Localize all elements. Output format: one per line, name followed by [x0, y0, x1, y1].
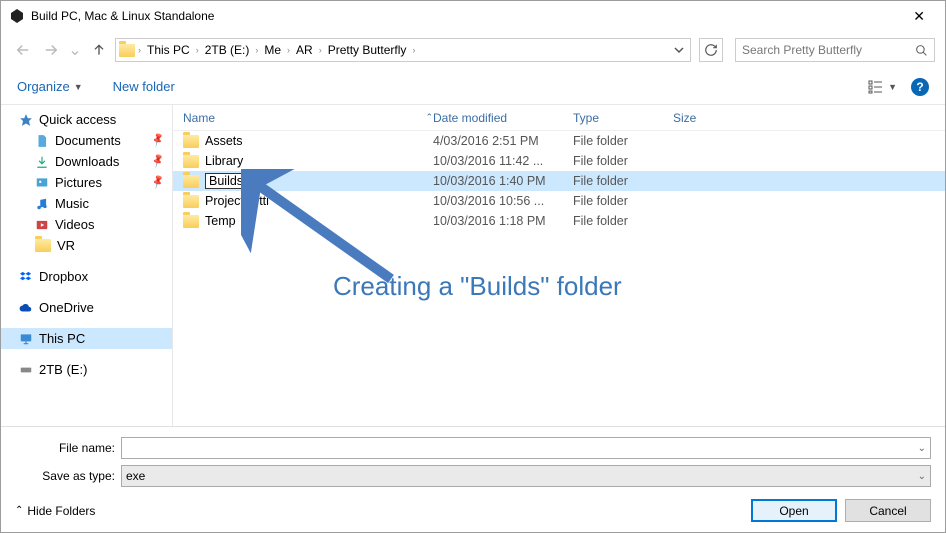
video-icon — [35, 218, 49, 232]
col-name[interactable]: Name⌃ — [173, 111, 433, 125]
cancel-button[interactable]: Cancel — [845, 499, 931, 522]
sidebar-item-drive[interactable]: 2TB (E:) — [1, 359, 172, 380]
sidebar-item-videos[interactable]: Videos — [1, 214, 172, 235]
saveas-dropdown[interactable]: exe⌄ — [121, 465, 931, 487]
nav-row: ⌄ › This PC› 2TB (E:)› Me› AR› Pretty Bu… — [1, 31, 945, 69]
open-button[interactable]: Open — [751, 499, 837, 522]
sidebar-item-documents[interactable]: Documents📌 — [1, 130, 172, 151]
titlebar: Build PC, Mac & Linux Standalone ✕ — [1, 1, 945, 31]
folder-icon — [183, 155, 199, 168]
bottom-panel: File name: ⌄ Save as type: exe⌄ ⌃Hide Fo… — [1, 426, 945, 532]
view-options[interactable]: ▼ — [868, 80, 897, 94]
list-item[interactable]: Assets 4/03/2016 2:51 PM File folder — [173, 131, 945, 151]
toolbar: Organize ▼ New folder ▼ ? — [1, 69, 945, 105]
crumb-me[interactable]: Me — [260, 43, 285, 57]
cloud-icon — [19, 301, 33, 315]
sidebar-item-music[interactable]: Music — [1, 193, 172, 214]
folder-icon — [183, 175, 199, 188]
rename-input[interactable]: Builds — [205, 173, 265, 189]
dropbox-icon — [19, 270, 33, 284]
help-button[interactable]: ? — [911, 78, 929, 96]
sidebar-item-vr[interactable]: VR — [1, 235, 172, 256]
crumb-butterfly[interactable]: Pretty Butterfly — [324, 43, 411, 57]
nav-forward — [39, 38, 63, 62]
search-box[interactable]: Search Pretty Butterfly — [735, 38, 935, 62]
nav-recent-dropdown[interactable]: ⌄ — [67, 40, 83, 60]
column-headers: Name⌃ Date modified Type Size — [173, 105, 945, 131]
filename-input[interactable]: ⌄ — [121, 437, 931, 459]
window-title: Build PC, Mac & Linux Standalone — [31, 9, 214, 23]
annotation-text: Creating a "Builds" folder — [333, 271, 622, 302]
picture-icon — [35, 176, 49, 190]
folder-icon — [183, 135, 199, 148]
crumb-ar[interactable]: AR — [292, 43, 317, 57]
filename-label: File name: — [15, 441, 121, 455]
col-date[interactable]: Date modified — [433, 111, 573, 125]
crumb-drive[interactable]: 2TB (E:) — [201, 43, 254, 57]
search-icon — [915, 44, 928, 57]
list-item[interactable]: Temp 10/03/2016 1:18 PM File folder — [173, 211, 945, 231]
col-type[interactable]: Type — [573, 111, 673, 125]
sort-indicator: ⌃ — [425, 112, 433, 123]
main-pane: Name⌃ Date modified Type Size Assets 4/0… — [173, 105, 945, 426]
monitor-icon — [19, 332, 33, 346]
address-bar[interactable]: › This PC› 2TB (E:)› Me› AR› Pretty Butt… — [115, 38, 691, 62]
pin-icon: 📌 — [150, 133, 166, 149]
sidebar-item-thispc[interactable]: This PC — [1, 328, 172, 349]
sidebar-item-onedrive[interactable]: OneDrive — [1, 297, 172, 318]
close-button[interactable]: ✕ — [901, 4, 937, 29]
list-item[interactable]: Library 10/03/2016 11:42 ... File folder — [173, 151, 945, 171]
folder-icon — [118, 41, 136, 59]
document-icon — [35, 134, 49, 148]
pin-icon: 📌 — [150, 154, 166, 170]
sidebar-item-dropbox[interactable]: Dropbox — [1, 266, 172, 287]
crumb-thispc[interactable]: This PC — [143, 43, 194, 57]
list-item[interactable]: ProjectSetti 10/03/2016 10:56 ... File f… — [173, 191, 945, 211]
new-folder-button[interactable]: New folder — [113, 79, 175, 94]
sidebar-quick-access[interactable]: Quick access — [1, 109, 172, 130]
refresh-button[interactable] — [699, 38, 723, 62]
pin-icon: 📌 — [150, 175, 166, 191]
saveas-label: Save as type: — [15, 469, 121, 483]
organize-menu[interactable]: Organize ▼ — [17, 79, 83, 94]
sidebar: Quick access Documents📌 Downloads📌 Pictu… — [1, 105, 173, 426]
hide-folders-button[interactable]: ⌃Hide Folders — [15, 504, 95, 518]
col-size[interactable]: Size — [673, 111, 753, 125]
folder-icon — [35, 239, 51, 252]
address-dropdown[interactable] — [674, 45, 688, 55]
drive-icon — [19, 363, 33, 377]
sidebar-item-pictures[interactable]: Pictures📌 — [1, 172, 172, 193]
music-icon — [35, 197, 49, 211]
star-icon — [19, 113, 33, 127]
folder-icon — [183, 215, 199, 228]
folder-icon — [183, 195, 199, 208]
search-placeholder: Search Pretty Butterfly — [742, 43, 862, 57]
list-item-selected[interactable]: Builds 10/03/2016 1:40 PM File folder — [173, 171, 945, 191]
nav-back[interactable] — [11, 38, 35, 62]
nav-up[interactable] — [87, 38, 111, 62]
body: Quick access Documents📌 Downloads📌 Pictu… — [1, 105, 945, 426]
download-icon — [35, 155, 49, 169]
unity-icon — [9, 8, 25, 24]
sidebar-item-downloads[interactable]: Downloads📌 — [1, 151, 172, 172]
